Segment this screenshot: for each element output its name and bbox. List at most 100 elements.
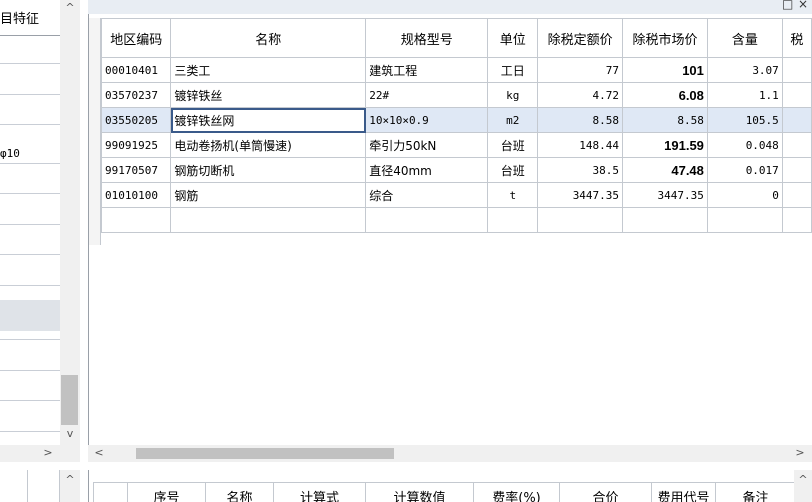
cell-name-focused[interactable]: 镀锌铁丝网 [170,107,367,133]
cell-empty[interactable] [365,207,489,233]
cell-unit[interactable]: kg [487,82,539,108]
close-icon[interactable]: × [798,0,808,11]
cell-tax[interactable] [781,132,812,158]
grid-horizontal-scrollbar[interactable]: < > [88,445,812,462]
cell-empty[interactable] [487,207,539,233]
table-row-empty[interactable] [100,207,812,233]
cell-tax[interactable] [781,157,812,183]
cell-quota-price[interactable]: 4.72 [537,82,624,108]
column-header[interactable]: 计算数值 [365,482,474,502]
column-header[interactable]: 规格型号 [365,18,489,58]
cell-empty[interactable] [781,207,812,233]
cell-quantity[interactable]: 105.5 [706,107,783,133]
column-header[interactable]: 费率(%) [473,482,560,502]
cell-name[interactable]: 钢筋 [170,182,367,208]
scroll-right-arrow-icon[interactable]: > [792,447,808,459]
cell-tax[interactable] [781,107,812,133]
column-header[interactable]: 序号 [127,482,206,502]
column-header[interactable]: 单位 [487,18,539,58]
column-header[interactable]: 备注 [715,482,796,502]
scroll-up-arrow-icon[interactable]: ^ [62,2,78,14]
cell-quota-price[interactable]: 8.58 [537,107,624,133]
column-header[interactable]: 合价 [559,482,652,502]
cell-name[interactable]: 电动卷扬机(单筒慢速) [170,132,367,158]
cell-empty[interactable] [622,207,708,233]
restore-icon[interactable]: □ [782,0,793,11]
table-row[interactable]: 00010401 三类工 建筑工程 工日 77 101 3.07 [100,57,812,83]
table-row-selected[interactable]: 03550205 镀锌铁丝网 10×10×0.9 m2 8.58 8.58 10… [100,107,812,133]
column-header[interactable]: 税 [781,18,812,58]
scroll-left-arrow-icon[interactable]: < [91,447,107,459]
cell-unit[interactable]: 台班 [487,157,539,183]
cell-spec[interactable]: 直径40mm [365,157,489,183]
left-cell-value[interactable]: φ10 [0,147,20,160]
cell-quantity[interactable]: 0 [706,182,783,208]
cell-code[interactable]: 03550205 [100,107,172,133]
column-header[interactable]: 计算式 [273,482,366,502]
cell-unit[interactable]: 工日 [487,57,539,83]
scroll-up-arrow-icon[interactable]: ^ [795,474,811,486]
table-row[interactable]: 01010100 钢筋 综合 t 3447.35 3447.35 0 [100,182,812,208]
scroll-down-arrow-icon[interactable]: v [62,428,78,440]
cell-code[interactable]: 00010401 [100,57,172,83]
cell-unit[interactable]: 台班 [487,132,539,158]
cell-unit[interactable]: m2 [487,107,539,133]
cell-empty[interactable] [706,207,783,233]
cell-quota-price[interactable]: 38.5 [537,157,624,183]
bottom-left-cell[interactable] [28,470,60,502]
table-row[interactable]: 99170507 钢筋切断机 直径40mm 台班 38.5 47.48 0.01… [100,157,812,183]
cell-spec[interactable]: 建筑工程 [365,57,489,83]
cell-quota-price[interactable]: 77 [537,57,624,83]
bottom-left-cell[interactable] [0,470,28,502]
column-header[interactable]: 除税定额价 [537,18,624,58]
scroll-up-arrow-icon[interactable]: ^ [62,474,78,486]
cell-code[interactable]: 01010100 [100,182,172,208]
cell-quantity[interactable]: 3.07 [706,57,783,83]
cell-spec[interactable]: 22# [365,82,489,108]
cell-quantity[interactable]: 0.017 [706,157,783,183]
grid-scroll-thumb[interactable] [136,448,394,459]
column-header[interactable]: 名称 [205,482,274,502]
cell-tax[interactable] [781,182,812,208]
cell-market-price[interactable]: 3447.35 [622,182,708,208]
cell-code[interactable]: 99170507 [100,157,172,183]
cell-spec[interactable]: 10×10×0.9 [365,107,489,133]
cell-empty[interactable] [537,207,624,233]
column-header[interactable]: 含量 [706,18,783,58]
column-header[interactable]: 名称 [170,18,367,58]
cell-market-price[interactable]: 101 [622,57,708,83]
cell-quantity[interactable]: 0.048 [706,132,783,158]
cell-market-price[interactable]: 47.48 [622,157,708,183]
cell-code[interactable]: 03570237 [100,82,172,108]
left-vertical-scrollbar[interactable]: ^ v [60,0,80,445]
cell-quota-price[interactable]: 3447.35 [537,182,624,208]
table-row[interactable]: 03570237 镀锌铁丝 22# kg 4.72 6.08 1.1 [100,82,812,108]
cell-market-price[interactable]: 6.08 [622,82,708,108]
column-header[interactable]: 费用代号 [651,482,716,502]
cell-empty[interactable] [170,207,367,233]
column-header[interactable]: 地区编码 [100,18,172,58]
cell-name[interactable]: 三类工 [170,57,367,83]
cell-quantity[interactable]: 1.1 [706,82,783,108]
left-selected-row[interactable] [0,300,60,331]
cell-spec[interactable]: 综合 [365,182,489,208]
left-scroll-thumb[interactable] [61,375,78,425]
cell-tax[interactable] [781,57,812,83]
table-row[interactable]: 99091925 电动卷扬机(单筒慢速) 牵引力50kN 台班 148.44 1… [100,132,812,158]
cell-quota-price[interactable]: 148.44 [537,132,624,158]
bottom-left-scrollbar[interactable]: ^ [60,470,80,502]
cell-market-price[interactable]: 191.59 [622,132,708,158]
column-header[interactable] [93,482,128,502]
cell-market-price[interactable]: 8.58 [622,107,708,133]
cell-name[interactable]: 镀锌铁丝 [170,82,367,108]
cell-empty[interactable] [100,207,172,233]
column-header[interactable]: 除税市场价 [622,18,708,58]
cell-name[interactable]: 钢筋切断机 [170,157,367,183]
scroll-right-arrow-icon[interactable]: > [40,447,56,459]
cell-spec[interactable]: 牵引力50kN [365,132,489,158]
cell-code[interactable]: 99091925 [100,132,172,158]
left-horizontal-scrollbar[interactable]: > [0,445,80,462]
cell-unit[interactable]: t [487,182,539,208]
fee-vertical-scrollbar[interactable]: ^ [794,470,812,502]
cell-tax[interactable] [781,82,812,108]
